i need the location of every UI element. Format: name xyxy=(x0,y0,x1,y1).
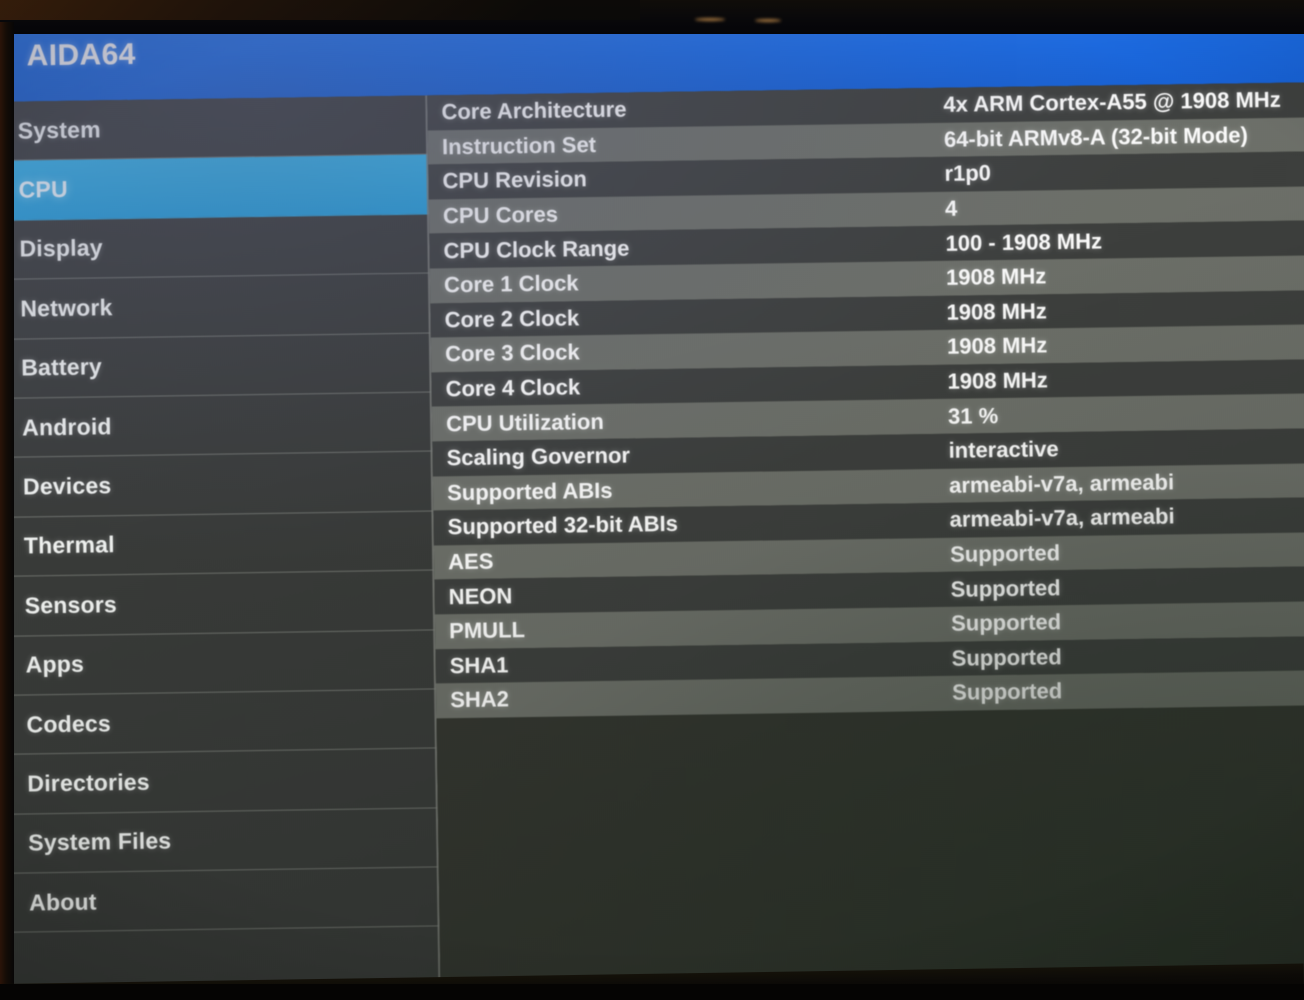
info-row-value: Supported xyxy=(951,678,1063,706)
bezel-glint-left xyxy=(695,18,725,21)
app-title: AIDA64 xyxy=(26,37,136,73)
bezel-glint-right xyxy=(755,19,781,22)
sidebar-item-label: Display xyxy=(19,234,103,263)
info-row-key: Core Architecture xyxy=(441,96,627,125)
sidebar-item-label: Android xyxy=(21,412,112,441)
sidebar-item-sensors[interactable]: Sensors xyxy=(0,570,436,637)
bezel-top-reflection xyxy=(0,0,640,20)
info-row-key: Supported 32-bit ABIs xyxy=(447,511,679,540)
sidebar-nav: System CPU Display Network Battery Android Dev… xyxy=(0,95,441,1000)
sidebar-item-label: Apps xyxy=(25,650,85,678)
sidebar-item-label: CPU xyxy=(18,175,68,203)
sidebar-item-android[interactable]: Android xyxy=(0,392,433,459)
bezel-bottom-edge xyxy=(0,984,1304,1000)
sidebar-item-devices[interactable]: Devices xyxy=(0,451,434,518)
sidebar-item-directories[interactable]: Directories xyxy=(0,748,438,815)
info-row-key: PMULL xyxy=(449,617,526,644)
info-row-key: CPU Revision xyxy=(442,166,587,194)
info-row-key: NEON xyxy=(448,582,513,609)
info-row-key: Scaling Governor xyxy=(446,442,631,471)
info-row-value: interactive xyxy=(948,436,1059,464)
sidebar-item-network[interactable]: Network xyxy=(0,273,431,340)
info-row-value: 1908 MHz xyxy=(946,332,1048,360)
sidebar-item-label: Network xyxy=(20,294,113,322)
sidebar-item-apps[interactable]: Apps xyxy=(0,629,437,696)
info-row-key: SHA2 xyxy=(450,686,510,713)
info-row-key: Supported ABIs xyxy=(446,477,613,506)
info-row-key: Core 2 Clock xyxy=(444,305,580,333)
sidebar-item-label: Thermal xyxy=(23,531,115,559)
sidebar-item-codecs[interactable]: Codecs xyxy=(0,689,437,756)
info-row-value: 64-bit ARMv8-A (32-bit Mode) xyxy=(943,122,1249,152)
info-row-key: CPU Utilization xyxy=(445,408,604,436)
sidebar-item-label: Sensors xyxy=(24,590,118,619)
sidebar-item-label: Devices xyxy=(22,472,112,500)
sidebar-item-system-files[interactable]: System Files xyxy=(0,808,439,874)
sidebar-item-display[interactable]: Display xyxy=(0,214,430,281)
app-body: System CPU Display Network Battery Android Dev… xyxy=(0,82,1304,1000)
info-row-value: r1p0 xyxy=(944,160,992,187)
device-screen: AIDA64 System CPU Display Network Battery And… xyxy=(0,0,1304,1000)
info-row-value: Supported xyxy=(951,643,1062,671)
info-row-value: Supported xyxy=(949,540,1061,567)
info-row-value: Supported xyxy=(950,609,1062,636)
sidebar-item-label: Codecs xyxy=(26,709,112,738)
sidebar-item-label: Battery xyxy=(21,353,103,381)
info-row-key: AES xyxy=(447,548,494,575)
bezel-left xyxy=(0,22,14,1000)
info-row-value: 1908 MHz xyxy=(947,367,1049,394)
sidebar-item-about[interactable]: About xyxy=(0,867,440,934)
info-row-key: Instruction Set xyxy=(441,131,597,160)
info-row-value: Supported xyxy=(950,574,1061,602)
info-row-value: 4 xyxy=(944,195,958,221)
info-row-value: 1908 MHz xyxy=(946,298,1047,325)
info-row-value: 100 - 1908 MHz xyxy=(945,228,1103,256)
info-row-key: CPU Clock Range xyxy=(443,235,630,263)
info-row-key: CPU Cores xyxy=(442,201,559,229)
info-row-value: 4x ARM Cortex-A55 @ 1908 MHz xyxy=(943,87,1281,118)
cpu-info-panel: Core Architecture 4x ARM Cortex-A55 @ 190… xyxy=(427,82,1304,1000)
info-row-key: SHA1 xyxy=(449,652,509,679)
info-row-value: 1908 MHz xyxy=(945,263,1047,291)
photo-of-screen: AIDA64 System CPU Display Network Battery And… xyxy=(0,0,1304,1000)
sidebar-item-label: System xyxy=(17,116,101,144)
sidebar-item-battery[interactable]: Battery xyxy=(0,333,432,399)
sidebar-item-thermal[interactable]: Thermal xyxy=(0,511,435,578)
info-row-key: Core 1 Clock xyxy=(443,270,579,298)
sidebar-item-label: Directories xyxy=(27,768,150,797)
sidebar-item-label: System Files xyxy=(28,827,172,856)
info-row-key: Core 4 Clock xyxy=(445,374,581,402)
content-empty-space xyxy=(436,704,1304,1000)
sidebar-item-cpu[interactable]: CPU xyxy=(0,154,430,221)
info-row-value: 31 % xyxy=(947,402,999,429)
info-row-key: Core 3 Clock xyxy=(444,339,580,367)
info-row-value: armeabi-v7a, armeabi xyxy=(948,469,1175,498)
sidebar-item-label: About xyxy=(28,888,97,916)
info-row-value: armeabi-v7a, armeabi xyxy=(949,503,1175,533)
sidebar-item-system[interactable]: System xyxy=(0,95,429,162)
